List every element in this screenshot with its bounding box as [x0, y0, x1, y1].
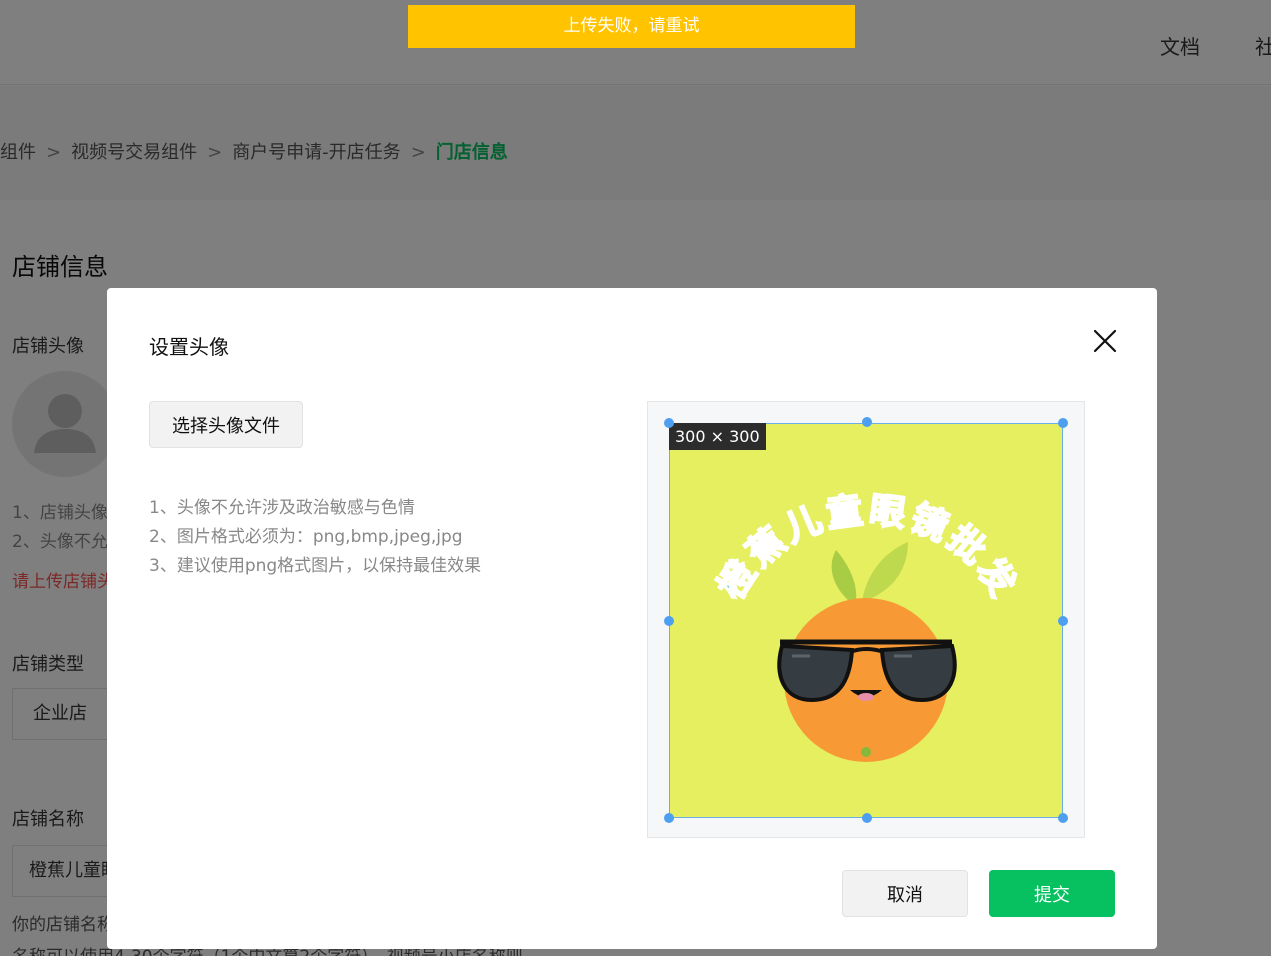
orange-glasses-logo: 橙蕉儿童眼镜批发: [710, 488, 1022, 762]
close-icon[interactable]: [1092, 328, 1118, 354]
upload-rule-2: 2、图片格式必须为：png,bmp,jpeg,jpg: [149, 527, 463, 547]
crop-handle-bottom[interactable]: [862, 813, 872, 823]
cancel-button[interactable]: 取消: [842, 870, 968, 917]
crop-handle-top-left[interactable]: [664, 418, 674, 428]
crop-image[interactable]: 橙蕉儿童眼镜批发: [669, 423, 1063, 818]
crop-handle-right[interactable]: [1058, 616, 1068, 626]
crop-handle-bottom-right[interactable]: [1058, 813, 1068, 823]
upload-rule-3: 3、建议使用png格式图片，以保持最佳效果: [149, 556, 482, 576]
crop-handle-top[interactable]: [862, 417, 872, 427]
crop-handle-left[interactable]: [664, 616, 674, 626]
crop-handle-bottom-left[interactable]: [664, 813, 674, 823]
upload-rule-1: 1、头像不允许涉及政治敏感与色情: [149, 498, 415, 518]
dialog-title: 设置头像: [149, 335, 229, 359]
avatar-dialog: 设置头像 选择头像文件 1、头像不允许涉及政治敏感与色情 2、图片格式必须为：p…: [107, 288, 1157, 949]
upload-error-toast: 上传失败，请重试: [408, 5, 855, 48]
image-crop-area[interactable]: 橙蕉儿童眼镜批发 300 × 300: [647, 401, 1085, 838]
crop-handle-top-right[interactable]: [1058, 418, 1068, 428]
submit-button[interactable]: 提交: [989, 870, 1115, 917]
crop-size-label: 300 × 300: [669, 423, 766, 450]
choose-avatar-file-button[interactable]: 选择头像文件: [149, 401, 303, 448]
